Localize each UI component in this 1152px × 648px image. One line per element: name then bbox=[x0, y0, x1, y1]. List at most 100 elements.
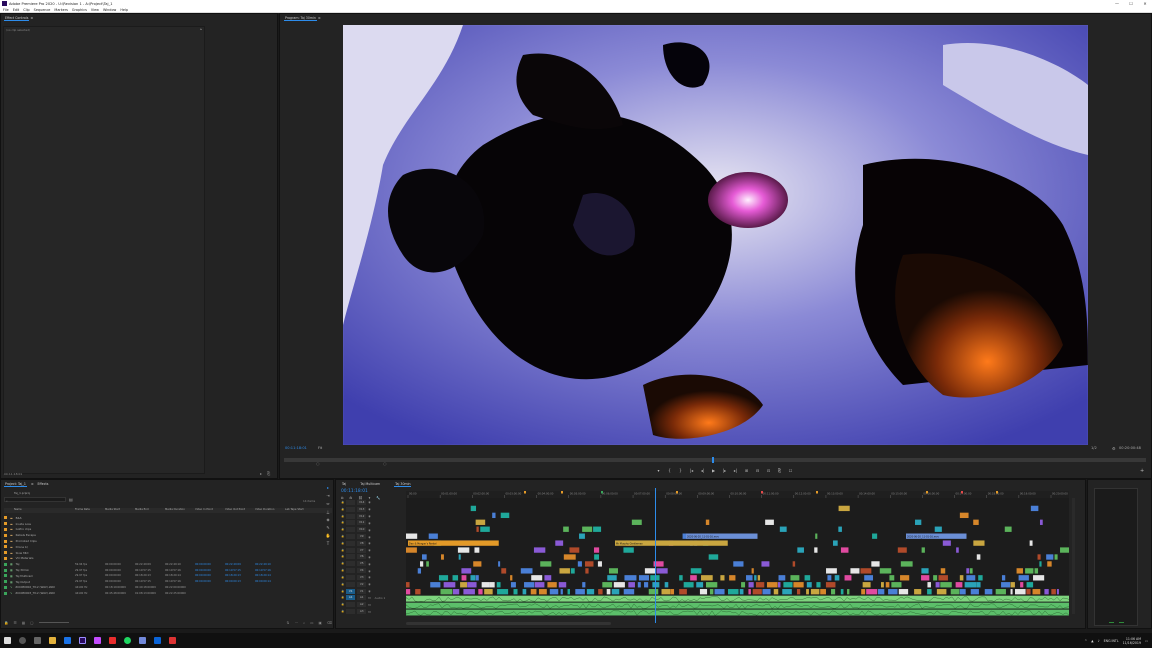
video-clip[interactable] bbox=[844, 575, 852, 581]
track-visibility-icon[interactable]: ◉ bbox=[368, 521, 370, 525]
video-clip[interactable] bbox=[959, 575, 964, 581]
video-clip[interactable] bbox=[762, 589, 771, 595]
wrench-icon[interactable]: ⚙ bbox=[1112, 446, 1116, 451]
col-video-out[interactable]: Video Out Point bbox=[225, 508, 245, 511]
video-clip[interactable] bbox=[729, 575, 736, 581]
razor-tool-icon[interactable]: ⟂ bbox=[327, 509, 330, 514]
source-patch[interactable] bbox=[346, 540, 356, 546]
panel-menu-icon[interactable]: ≡ bbox=[31, 482, 34, 486]
video-clip[interactable] bbox=[1004, 526, 1012, 532]
video-clip[interactable] bbox=[473, 561, 482, 567]
video-clip[interactable] bbox=[888, 589, 898, 595]
video-clip[interactable] bbox=[984, 589, 993, 595]
video-clip[interactable] bbox=[597, 561, 602, 567]
video-clip[interactable] bbox=[833, 540, 838, 546]
track-mute-button[interactable]: M bbox=[368, 603, 370, 607]
video-clip[interactable] bbox=[417, 568, 422, 574]
program-video-frame[interactable] bbox=[343, 25, 1088, 445]
video-clip[interactable] bbox=[475, 519, 486, 525]
video-clip[interactable] bbox=[778, 575, 786, 581]
premiere-rush-icon[interactable] bbox=[109, 637, 116, 644]
track-lock-icon[interactable]: 🔒 bbox=[341, 542, 344, 545]
video-clip[interactable] bbox=[679, 575, 683, 581]
label-color-swatch[interactable] bbox=[4, 591, 7, 595]
lift-button[interactable]: ⊞ bbox=[744, 468, 749, 473]
project-item-name[interactable]: Drone b) bbox=[16, 545, 28, 549]
project-item-name[interactable]: Taj Multicam bbox=[16, 574, 33, 578]
video-clip[interactable] bbox=[793, 582, 804, 588]
video-clip[interactable] bbox=[898, 589, 909, 595]
menu-markers[interactable]: Markers bbox=[54, 8, 68, 12]
track-name[interactable]: V5 bbox=[357, 561, 367, 567]
video-clip[interactable] bbox=[1060, 547, 1072, 553]
step-back-button[interactable]: ◂| bbox=[700, 468, 705, 473]
video-clip[interactable] bbox=[648, 589, 659, 595]
video-clip[interactable] bbox=[563, 526, 569, 532]
col-video-in[interactable]: Video In Point bbox=[195, 508, 213, 511]
maximize-button[interactable]: ☐ bbox=[1124, 0, 1138, 7]
video-clip[interactable] bbox=[520, 568, 533, 574]
mark-in-button[interactable]: { bbox=[667, 468, 672, 473]
video-clip[interactable] bbox=[810, 589, 820, 595]
video-clip[interactable] bbox=[1001, 575, 1006, 581]
video-clip[interactable] bbox=[1029, 540, 1033, 546]
task-view-icon[interactable] bbox=[34, 637, 41, 644]
video-clip[interactable] bbox=[637, 582, 641, 588]
video-clip[interactable] bbox=[611, 589, 620, 595]
video-clip[interactable] bbox=[790, 575, 800, 581]
track-header[interactable]: 🔒 V4 ◉ bbox=[341, 567, 405, 574]
label-color-swatch[interactable] bbox=[4, 533, 7, 537]
video-clip[interactable] bbox=[664, 582, 669, 588]
video-clip[interactable] bbox=[1034, 568, 1039, 574]
file-explorer-icon[interactable] bbox=[49, 637, 56, 644]
source-patch[interactable] bbox=[346, 581, 356, 587]
video-clip[interactable] bbox=[880, 582, 884, 588]
video-clip[interactable] bbox=[970, 589, 979, 595]
track-visibility-icon[interactable]: ◉ bbox=[368, 548, 370, 552]
video-clip[interactable] bbox=[628, 582, 635, 588]
video-clip[interactable] bbox=[426, 561, 429, 567]
track-lock-icon[interactable]: 🔒 bbox=[341, 576, 344, 579]
video-clip[interactable] bbox=[739, 589, 744, 595]
video-clip[interactable] bbox=[631, 519, 642, 525]
sequence-marker[interactable] bbox=[524, 491, 526, 494]
video-clip[interactable] bbox=[927, 582, 931, 588]
video-clip[interactable] bbox=[1054, 554, 1058, 560]
video-clip[interactable] bbox=[861, 589, 866, 595]
track-visibility-icon[interactable]: ◉ bbox=[368, 562, 370, 566]
video-clip[interactable] bbox=[533, 547, 546, 553]
track-header[interactable]: 🔒 V12 ◉ bbox=[341, 513, 405, 520]
video-clip[interactable] bbox=[872, 533, 878, 539]
video-clip[interactable] bbox=[765, 519, 774, 525]
video-clip[interactable] bbox=[1033, 575, 1045, 581]
language-indicator[interactable]: ENG INTL bbox=[1104, 639, 1119, 643]
video-clip[interactable] bbox=[470, 575, 476, 581]
track-visibility-icon[interactable]: ◉ bbox=[368, 500, 370, 504]
sort-icons-icon[interactable]: ⇅ bbox=[286, 621, 289, 625]
video-clip[interactable] bbox=[900, 561, 913, 567]
minimize-button[interactable]: — bbox=[1110, 0, 1124, 7]
video-clip[interactable] bbox=[1025, 568, 1034, 574]
track-lock-icon[interactable]: 🔒 bbox=[341, 603, 344, 606]
source-patch[interactable] bbox=[346, 609, 356, 615]
video-clip[interactable] bbox=[461, 568, 472, 574]
col-media-start[interactable]: Media Start bbox=[105, 508, 120, 511]
track-name[interactable]: V12 bbox=[357, 513, 367, 519]
go-to-out-button[interactable]: ▸| bbox=[733, 468, 738, 473]
video-clip[interactable] bbox=[840, 589, 844, 595]
clock[interactable]: 11:06 AM 11/16/2019 bbox=[1123, 637, 1141, 645]
track-header[interactable]: 🔒 A2 M bbox=[341, 601, 405, 608]
video-clip[interactable] bbox=[690, 568, 702, 574]
add-marker-button[interactable]: ▾ bbox=[656, 468, 661, 473]
video-clip[interactable] bbox=[796, 589, 801, 595]
label-color-swatch[interactable] bbox=[4, 545, 7, 549]
video-clip[interactable] bbox=[748, 589, 751, 595]
video-clip[interactable] bbox=[978, 575, 983, 581]
track-visibility-icon[interactable]: ◉ bbox=[368, 535, 370, 539]
timeline-playhead[interactable] bbox=[655, 488, 656, 623]
automate-icon[interactable]: ⋯ bbox=[294, 621, 298, 625]
label-color-swatch[interactable] bbox=[4, 516, 7, 520]
track-lock-icon[interactable]: 🔒 bbox=[341, 610, 344, 613]
video-clip[interactable] bbox=[950, 589, 960, 595]
video-clip[interactable] bbox=[624, 575, 637, 581]
